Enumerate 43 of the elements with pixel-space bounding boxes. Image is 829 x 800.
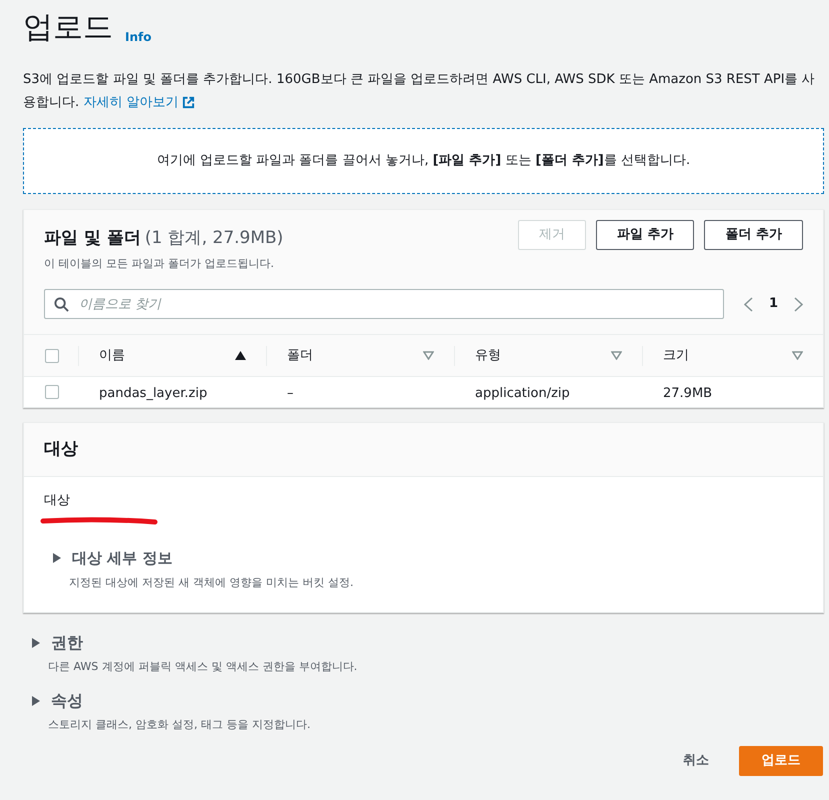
external-link-icon [182, 96, 196, 109]
description: S3에 업로드할 파일 및 폴더를 추가합니다. 160GB보다 큰 파일을 업로드하려면 AWS CLI, AWS SDK 또는 Amazon S3 REST API를 사용합니다. 자세히 알아보기 [23, 68, 824, 114]
panel-subtitle: 이 테이블의 모든 파일과 폴더가 업로드됩니다. [44, 256, 275, 272]
learn-more-link[interactable]: 자세히 알아보기 [83, 91, 196, 114]
section-description: 지정된 대상에 저장된 새 객체에 영향을 미치는 버킷 설정. [68, 575, 354, 591]
column-header[interactable]: 유형 [475, 346, 501, 366]
sort-icon[interactable] [611, 351, 622, 360]
table-cell: application/zip [475, 386, 570, 401]
caret-icon[interactable] [31, 636, 41, 648]
info-link[interactable]: Info [125, 28, 152, 46]
next-page-icon[interactable] [794, 296, 803, 312]
sort-icon[interactable] [423, 351, 434, 360]
caret-icon[interactable] [52, 552, 62, 564]
section-title[interactable]: 대상 세부 정보 [72, 546, 172, 569]
section-title[interactable]: 속성 [51, 689, 83, 713]
panel-title: 파일 및 폴더 [44, 227, 141, 250]
cancel-button[interactable]: 취소 [671, 746, 721, 776]
table-cell: – [287, 386, 294, 401]
panel-title: 대상 [44, 438, 78, 461]
previous-page-icon[interactable] [744, 296, 753, 312]
search-icon [54, 297, 69, 312]
checkbox[interactable] [45, 385, 59, 399]
section-description: 스토리지 클래스, 암호화 설정, 태그 등을 지정합니다. [47, 717, 312, 733]
table-cell: pandas_layer.zip [99, 386, 208, 401]
field-label: 대상 [44, 492, 71, 510]
section-description: 다른 AWS 계정에 퍼블릭 액세스 및 액세스 권한을 부여합니다. [47, 658, 358, 674]
page-number[interactable]: 1 [768, 294, 778, 314]
table-cell: 27.9MB [663, 386, 712, 401]
sort-ascending-icon[interactable] [235, 351, 246, 360]
action-button[interactable]: 폴더 추가 [704, 220, 803, 250]
drop-zone[interactable]: 여기에 업로드할 파일과 폴더를 끌어서 놓거나, [파일 추가] 또는 [폴더 추가]를 선택합니다. [23, 128, 824, 194]
file-count: (1 합계, 27.9MB) [144, 227, 284, 250]
search-field[interactable]: 이름으로 찾기 [44, 289, 724, 319]
column-header[interactable]: 크기 [663, 346, 689, 366]
column-header[interactable]: 이름 [99, 346, 125, 366]
caret-icon[interactable] [31, 695, 41, 707]
action-button[interactable]: 파일 추가 [596, 220, 694, 250]
section-title[interactable]: 권한 [51, 630, 83, 654]
column-header[interactable]: 폴더 [287, 346, 313, 366]
page-title: 업로드 [23, 9, 113, 47]
sort-icon[interactable] [792, 351, 803, 360]
checkbox[interactable] [45, 348, 59, 362]
drop-zone-text: 여기에 업로드할 파일과 폴더를 끌어서 놓거나, [파일 추가] 또는 [폴더 추가]를 선택합니다. [156, 152, 690, 170]
